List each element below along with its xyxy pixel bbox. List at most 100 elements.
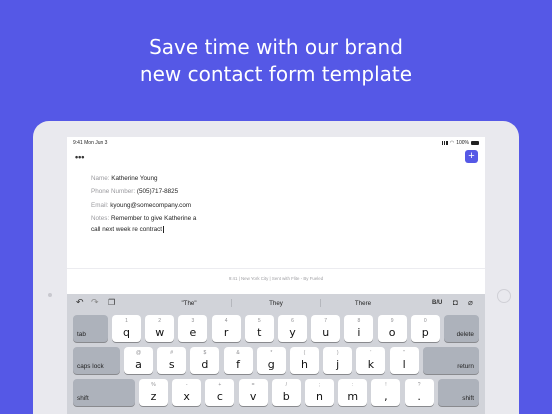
battery-percent: 100% xyxy=(456,140,469,146)
notes-row[interactable]: Notes: Remember to give Katherine a xyxy=(91,214,231,226)
headline-line-2: new contact form template xyxy=(139,62,413,86)
key-main-label: a xyxy=(135,358,142,371)
key-main-label: s xyxy=(168,358,175,371)
key-main-label: z xyxy=(150,390,157,403)
delete-key[interactable]: delete xyxy=(444,315,479,342)
key-n[interactable]: ; n xyxy=(305,379,334,406)
key-z[interactable]: % z xyxy=(139,379,168,406)
key-alt-label: ! xyxy=(385,382,387,388)
suggestion-1[interactable]: "The" xyxy=(149,300,229,307)
camera-icon[interactable]: ◘ xyxy=(453,298,458,307)
status-bar: 9:41 Mon Jun 3 ◠ 100% xyxy=(67,137,485,147)
key-main-label: b xyxy=(282,390,290,403)
key-p[interactable]: 0p xyxy=(410,315,440,342)
undo-icon[interactable]: ↶ xyxy=(76,297,84,308)
key-a[interactable]: @ a xyxy=(124,347,153,374)
key-v[interactable]: = v xyxy=(238,379,268,406)
key-x[interactable]: -x xyxy=(172,379,202,406)
contact-form[interactable]: Name: Katherine Young Phone Number: (505… xyxy=(91,174,231,235)
shift-key-left-label: shift xyxy=(77,395,89,402)
key-period[interactable]: ?. xyxy=(404,379,434,406)
paste-icon[interactable]: ❐ xyxy=(108,298,115,307)
home-button[interactable] xyxy=(497,289,511,303)
tablet-screen: 9:41 Mon Jun 3 ◠ 100% ••• + Name: Kather… xyxy=(67,137,485,414)
notes-value-line-1[interactable]: Remember to give Katherine a xyxy=(111,215,196,222)
phone-row[interactable]: Phone Number: (505)717-8825 xyxy=(91,187,231,200)
email-row[interactable]: Email: kyoung@somecompany.com xyxy=(91,201,231,214)
key-f[interactable]: & f xyxy=(223,347,253,374)
caps-lock-key[interactable]: caps lock xyxy=(73,347,120,374)
key-y[interactable]: 6y xyxy=(278,315,307,342)
footer-signature: 9:41 | New York City | Sent with Flite -… xyxy=(228,276,324,281)
email-value[interactable]: kyoung@somecompany.com xyxy=(110,202,191,209)
key-w[interactable]: 2w xyxy=(145,315,175,342)
redo-icon[interactable]: ↷ xyxy=(91,297,99,308)
key-alt-label: $ xyxy=(203,350,207,356)
key-alt-label: = xyxy=(251,382,255,388)
format-button[interactable]: B/U xyxy=(432,300,442,306)
key-main-label: c xyxy=(216,390,223,403)
notes-line-2-row[interactable]: call next week re contract xyxy=(91,225,231,235)
more-options-button[interactable]: ••• xyxy=(75,152,84,162)
phone-value[interactable]: (505)717-8825 xyxy=(137,188,178,195)
key-h[interactable]: (h xyxy=(290,347,319,374)
key-b[interactable]: / b xyxy=(271,379,301,406)
email-label: Email: xyxy=(91,201,109,209)
key-comma[interactable]: !, xyxy=(371,379,401,406)
key-main-label: g xyxy=(267,358,275,371)
key-alt-label: 9 xyxy=(390,318,394,324)
key-alt-label: 1 xyxy=(125,318,128,324)
key-q[interactable]: 1q xyxy=(112,315,141,342)
suggestion-2[interactable]: They xyxy=(236,300,316,307)
key-alt-label: + xyxy=(218,382,222,388)
key-t[interactable]: 5t xyxy=(244,315,274,342)
status-indicators: ◠ 100% xyxy=(441,140,479,146)
notes-label: Notes: xyxy=(91,214,110,222)
key-e[interactable]: 3e xyxy=(178,315,208,342)
key-alt-label: ) xyxy=(336,350,339,356)
key-alt-label: 7 xyxy=(324,318,328,324)
suggestion-3[interactable]: There xyxy=(323,300,403,307)
suggestion-divider xyxy=(320,299,321,307)
key-c[interactable]: + c xyxy=(205,379,235,406)
key-d[interactable]: $ d xyxy=(190,347,220,374)
key-g[interactable]: * g xyxy=(256,347,286,374)
key-main-label: h xyxy=(301,358,308,371)
key-i[interactable]: 8i xyxy=(344,315,374,342)
key-main-label: f xyxy=(236,358,241,371)
return-key[interactable]: return xyxy=(423,347,479,374)
key-main-label: r xyxy=(223,326,229,339)
key-m[interactable]: :m xyxy=(338,379,368,406)
key-main-label: e xyxy=(189,326,197,339)
name-row[interactable]: Name: Katherine Young xyxy=(91,174,231,187)
notes-value-line-2[interactable]: call next week re contract xyxy=(91,226,162,233)
tab-key[interactable]: tab xyxy=(73,315,108,342)
key-s[interactable]: # s xyxy=(157,347,187,374)
key-l[interactable]: " l xyxy=(389,347,419,374)
key-alt-label: 3 xyxy=(191,318,195,324)
attach-icon[interactable]: ⌀ xyxy=(468,298,473,307)
add-button[interactable]: + xyxy=(465,150,478,163)
signal-icon xyxy=(441,141,448,145)
key-main-label: j xyxy=(336,358,340,371)
name-label: Name: xyxy=(91,175,110,182)
key-k[interactable]: ' k xyxy=(356,347,386,374)
key-o[interactable]: 9o xyxy=(377,315,407,342)
return-key-label: return xyxy=(457,363,474,370)
tab-key-label: tab xyxy=(77,331,86,338)
key-r[interactable]: 4r xyxy=(211,315,241,342)
key-main-label: o xyxy=(388,326,396,339)
key-main-label: q xyxy=(123,326,130,339)
key-alt-label: ' xyxy=(370,350,372,356)
text-cursor xyxy=(163,226,164,234)
key-main-label: x xyxy=(183,390,190,403)
key-u[interactable]: 7u xyxy=(311,315,341,342)
shift-key-right[interactable]: shift xyxy=(438,379,479,406)
key-alt-label: # xyxy=(170,350,174,356)
shift-key-left[interactable]: shift xyxy=(73,379,135,406)
name-value[interactable]: Katherine Young xyxy=(111,175,157,182)
key-j[interactable]: ) j xyxy=(323,347,353,374)
key-main-label: p xyxy=(421,326,429,339)
wifi-icon: ◠ xyxy=(449,140,455,146)
key-alt-label: - xyxy=(185,382,188,388)
